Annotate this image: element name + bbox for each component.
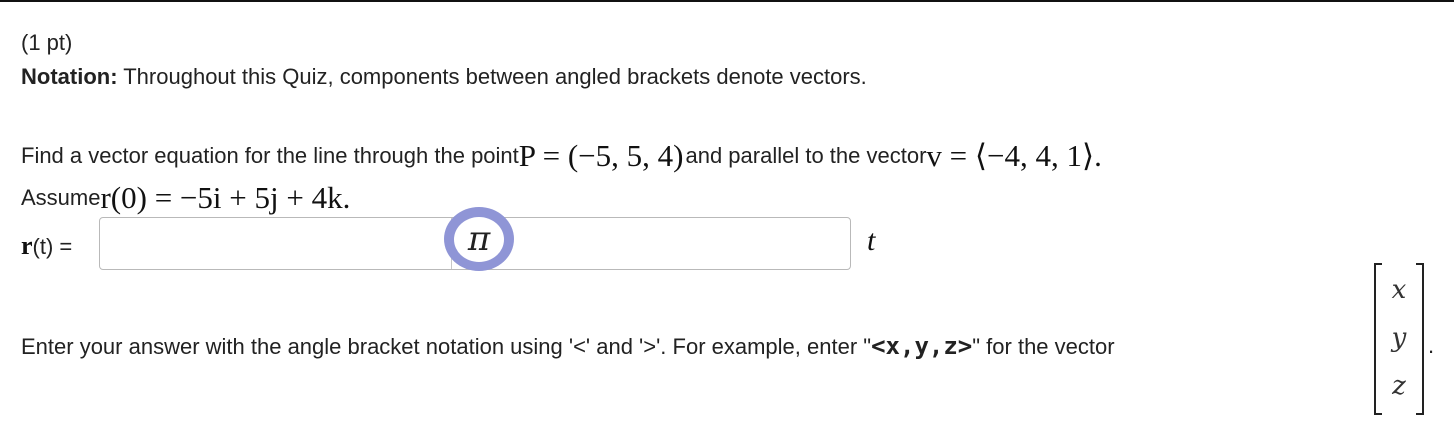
point-math: P = (−5, 5, 4) (518, 138, 684, 173)
instructions-line: Enter your answer with the angle bracket… (21, 332, 1115, 361)
question-line-1: Find a vector equation for the line thro… (21, 136, 1102, 176)
column-vector-matrix: x y z (1374, 263, 1424, 415)
instructions-period: . (1428, 333, 1435, 358)
top-rule (0, 0, 1454, 2)
assume-math: r(0) = −5i + 5j + 4k (100, 180, 343, 215)
assume-label: Assume (21, 185, 101, 210)
notation-label: Notation: (21, 64, 118, 89)
notation-text: Throughout this Quiz, components between… (117, 64, 867, 89)
points-label: (1 pt) (21, 30, 73, 55)
vector-math: v = ⟨−4, 4, 1⟩ (926, 138, 1095, 173)
instructions-suffix: " for the vector (972, 334, 1115, 359)
pi-icon: π (454, 216, 504, 262)
answer-label-text: (t) = (32, 234, 73, 259)
instructions-prefix: Enter your answer with the angle bracket… (21, 334, 872, 359)
assume-period: . (342, 180, 351, 215)
right-bracket (1416, 263, 1424, 415)
assume-line: Assume r(0) = −5i + 5j + 4k . (21, 179, 350, 217)
instructions-example: <x,y,z> (871, 332, 973, 360)
trailing-t: t (867, 224, 876, 257)
question-text-1: Find a vector equation for the line thro… (21, 143, 519, 168)
answer-label: r (t) = (21, 229, 72, 263)
question-period: . (1094, 138, 1102, 173)
notation-line: Notation: Throughout this Quiz, componen… (21, 63, 867, 91)
question-text-2: and parallel to the vector (685, 143, 927, 168)
pi-button[interactable]: π (444, 207, 514, 271)
answer-label-var: r (21, 231, 33, 260)
